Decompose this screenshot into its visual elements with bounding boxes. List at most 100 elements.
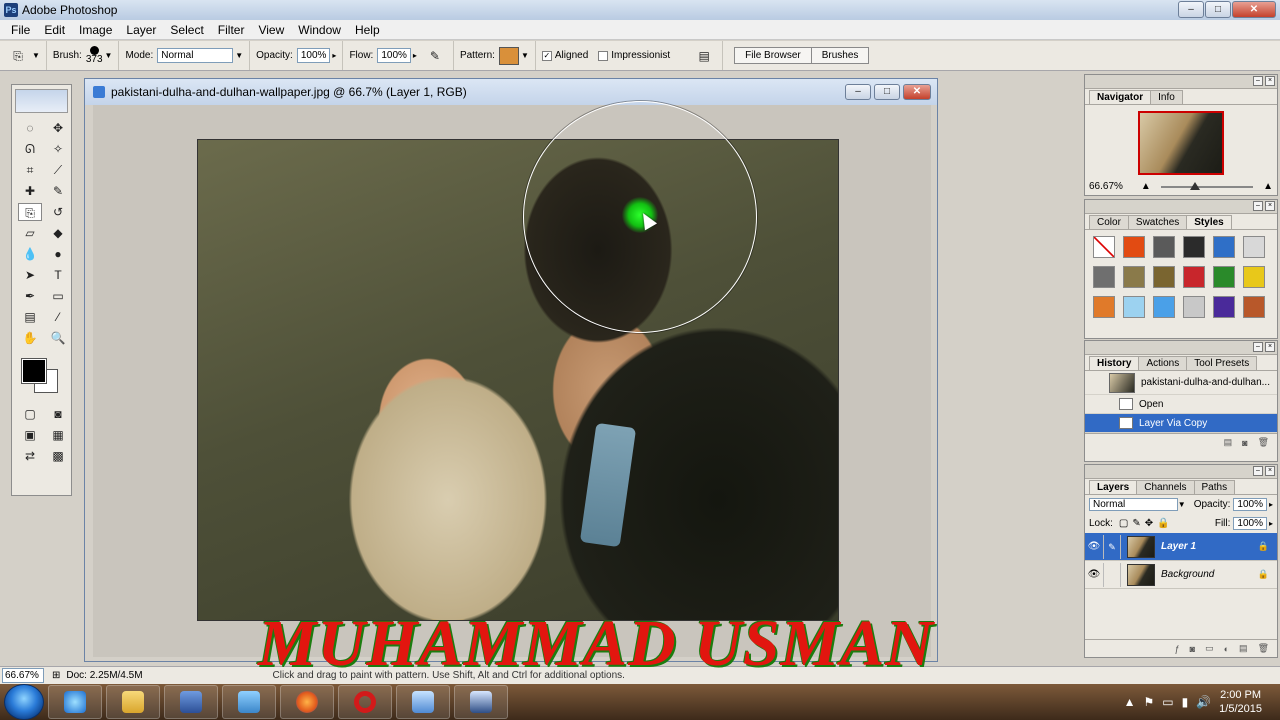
eye-icon[interactable]: 👁 — [1085, 541, 1103, 552]
taskbar-firefox[interactable] — [280, 685, 334, 719]
paint-bucket-tool-icon[interactable]: ◆ — [46, 224, 70, 242]
taskbar-opera[interactable] — [338, 685, 392, 719]
menu-layer[interactable]: Layer — [119, 23, 163, 37]
chevron-down-icon[interactable]: ▼ — [521, 51, 529, 60]
style-swatch[interactable] — [1093, 266, 1115, 288]
brushes-tab[interactable]: Brushes — [810, 47, 870, 64]
minimize-icon[interactable]: – — [1253, 76, 1263, 86]
screen-mode-standard-icon[interactable]: ▣ — [18, 426, 42, 444]
chevron-right-icon[interactable]: ▸ — [413, 51, 417, 60]
aligned-checkbox[interactable]: ✓ — [541, 50, 552, 61]
style-swatch[interactable] — [1153, 266, 1175, 288]
panel-header[interactable]: – × — [1085, 75, 1277, 89]
volume-icon[interactable]: 🔊 — [1196, 695, 1211, 709]
path-selection-tool-icon[interactable]: ➤ — [18, 266, 42, 284]
taskbar-editor[interactable] — [222, 685, 276, 719]
eyedropper-tool-icon[interactable]: ⁄ — [46, 308, 70, 326]
document-title-bar[interactable]: pakistani-dulha-and-dulhan-wallpaper.jpg… — [85, 79, 937, 105]
layer-row-background[interactable]: 👁 Background 🔒 — [1085, 561, 1277, 589]
taskbar-screen-app[interactable] — [396, 685, 450, 719]
mode-select[interactable]: Normal — [157, 48, 234, 63]
style-swatch[interactable] — [1183, 236, 1205, 258]
chevron-right-icon[interactable]: ▸ — [332, 51, 336, 60]
panel-header[interactable]: – × — [1085, 200, 1277, 214]
chevron-down-icon[interactable]: ▼ — [105, 51, 113, 60]
menu-select[interactable]: Select — [163, 23, 210, 37]
signal-icon[interactable]: ▮ — [1182, 695, 1189, 709]
palette-icon[interactable]: ▤ — [692, 47, 716, 65]
tab-styles[interactable]: Styles — [1186, 215, 1232, 229]
tab-color[interactable]: Color — [1089, 215, 1129, 229]
style-swatch[interactable] — [1213, 266, 1235, 288]
menu-filter[interactable]: Filter — [211, 23, 252, 37]
minimize-button[interactable]: – — [1178, 1, 1204, 18]
history-item-layer-via-copy[interactable]: Layer Via Copy — [1085, 414, 1277, 433]
style-swatch[interactable] — [1183, 296, 1205, 318]
style-swatch[interactable] — [1243, 266, 1265, 288]
standard-mode-icon[interactable]: ▢ — [18, 405, 42, 423]
menu-file[interactable]: File — [4, 23, 37, 37]
maximize-button[interactable]: □ — [1205, 1, 1231, 18]
brush-preview[interactable]: 373 — [86, 46, 103, 65]
brush-tool-icon[interactable]: ✎ — [46, 182, 70, 200]
menu-view[interactable]: View — [251, 23, 291, 37]
panel-header[interactable]: – × — [1085, 341, 1277, 355]
adjustment-layer-icon[interactable]: ◐ — [1224, 644, 1229, 654]
close-button[interactable]: ✕ — [1232, 1, 1276, 18]
menu-edit[interactable]: Edit — [37, 23, 72, 37]
jump-target-icon[interactable]: ▩ — [46, 447, 70, 465]
tab-info[interactable]: Info — [1150, 90, 1183, 104]
close-icon[interactable]: × — [1265, 201, 1275, 211]
menu-image[interactable]: Image — [72, 23, 119, 37]
network-icon[interactable]: ⚑ — [1144, 695, 1155, 709]
taskbar-internet-explorer[interactable] — [48, 685, 102, 719]
history-brush-tool-icon[interactable]: ↺ — [46, 203, 70, 221]
navigator-thumbnail[interactable] — [1138, 111, 1224, 175]
lasso-tool-icon[interactable]: ᘏ — [18, 140, 42, 158]
tool-preset-picker[interactable]: ⎘ ▼ — [0, 41, 47, 70]
doc-info-icon[interactable]: ⊞ — [52, 670, 60, 681]
style-swatch[interactable] — [1213, 236, 1235, 258]
chevron-down-icon[interactable]: ▼ — [235, 51, 243, 60]
taskbar-save-disk[interactable] — [164, 685, 218, 719]
minimize-icon[interactable]: – — [1253, 466, 1263, 476]
style-swatch[interactable] — [1123, 266, 1145, 288]
rectangle-tool-icon[interactable]: ▭ — [46, 287, 70, 305]
doc-info[interactable]: Doc: 2.25M/4.5M — [66, 670, 142, 681]
minimize-icon[interactable]: – — [1253, 342, 1263, 352]
impressionist-checkbox[interactable] — [598, 50, 609, 61]
minimize-icon[interactable]: – — [1253, 201, 1263, 211]
chevron-down-icon[interactable]: ▼ — [1178, 500, 1186, 509]
pattern-swatch[interactable] — [498, 46, 519, 65]
layer-name[interactable]: Background — [1161, 569, 1214, 580]
zoom-tool-icon[interactable]: 🔍 — [46, 329, 70, 347]
healing-brush-tool-icon[interactable]: ✚ — [18, 182, 42, 200]
new-document-icon[interactable]: ▤ — [1224, 437, 1233, 448]
zoom-slider[interactable] — [1160, 181, 1254, 190]
type-tool-icon[interactable]: T — [46, 266, 70, 284]
style-swatch[interactable] — [1153, 296, 1175, 318]
status-zoom-field[interactable]: 66.67% — [2, 668, 44, 683]
close-icon[interactable]: × — [1265, 76, 1275, 86]
layer-style-icon[interactable]: ƒ — [1175, 644, 1180, 654]
lock-options-icon[interactable]: ▢✎✥🔒 — [1119, 518, 1174, 529]
layer-set-icon[interactable]: ▭ — [1205, 643, 1214, 654]
zoom-out-icon[interactable]: ▲ — [1141, 181, 1151, 192]
foreground-color[interactable] — [21, 358, 47, 384]
flow-field[interactable]: 100% — [377, 48, 411, 63]
notes-tool-icon[interactable]: ▤ — [18, 308, 42, 326]
zoom-slider-knob[interactable] — [1190, 181, 1201, 190]
pen-tool-icon[interactable]: ✒ — [18, 287, 42, 305]
airbrush-icon[interactable]: ✎ — [423, 47, 447, 65]
screen-mode-full-icon[interactable]: ▦ — [46, 426, 70, 444]
trash-icon[interactable]: 🗑 — [1258, 437, 1269, 448]
style-swatch[interactable] — [1153, 236, 1175, 258]
tab-paths[interactable]: Paths — [1193, 480, 1236, 494]
tab-actions[interactable]: Actions — [1138, 356, 1188, 370]
layer-mask-icon[interactable]: ◙ — [1190, 644, 1195, 654]
pattern-stamp-tool-icon[interactable]: ⎘ — [18, 203, 42, 221]
jump-to-imageready-icon[interactable]: ⇄ — [18, 447, 42, 465]
close-icon[interactable]: × — [1265, 342, 1275, 352]
file-browser-tab[interactable]: File Browser — [734, 47, 812, 64]
style-swatch[interactable] — [1093, 236, 1115, 258]
